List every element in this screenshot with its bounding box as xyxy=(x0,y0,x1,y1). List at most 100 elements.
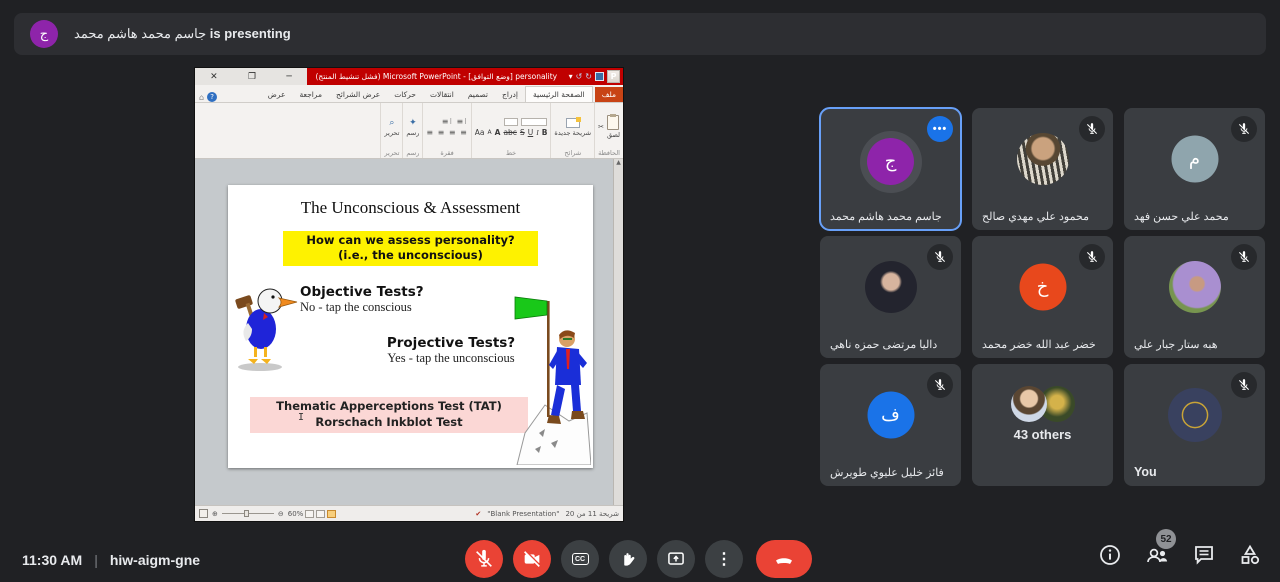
speaking-halo: ج xyxy=(860,131,922,193)
presenting-label: is presenting xyxy=(210,26,291,41)
slide-yellow-highlight: How can we assess personality? (i.e., th… xyxy=(283,231,538,266)
strikethrough-button[interactable]: S xyxy=(520,128,525,137)
mic-muted-icon xyxy=(1231,116,1257,142)
cut-icon[interactable]: ✂ xyxy=(598,123,604,131)
overflow-avatars xyxy=(1011,386,1075,422)
participant-tile[interactable]: محمود علي مهدي صالح xyxy=(972,108,1113,230)
avatar: ج xyxy=(867,138,914,185)
paste-icon xyxy=(607,115,619,130)
participant-tile[interactable]: ف فائز خليل عليوي طويرش xyxy=(820,364,961,486)
ppt-vertical-scrollbar[interactable]: ▲ xyxy=(613,159,623,505)
chat-button[interactable] xyxy=(1192,543,1216,572)
slide-sorter-view-button[interactable] xyxy=(316,510,325,518)
tab-animations[interactable]: حركات xyxy=(387,87,423,102)
font-size-box[interactable] xyxy=(504,118,518,126)
tab-review[interactable]: مراجعة xyxy=(292,87,329,102)
participant-tile-overflow[interactable]: 43 others xyxy=(972,364,1113,486)
normal-view-button[interactable] xyxy=(305,510,314,518)
shrink-font-button[interactable]: A xyxy=(488,129,492,136)
zoom-in-icon[interactable]: ⊕ xyxy=(212,510,218,518)
avatar: م xyxy=(1171,136,1218,183)
tab-transitions[interactable]: انتقالات xyxy=(423,87,461,102)
help-icon[interactable]: ? xyxy=(207,92,217,102)
clear-formatting-button[interactable]: abc xyxy=(503,128,516,137)
more-options-button[interactable]: ⋮ xyxy=(705,540,743,578)
drawing-icon: ✦ xyxy=(409,118,417,128)
participant-name: محمد علي حسن فهد xyxy=(1134,210,1229,223)
alignment-buttons[interactable]: ≡ ≡ ≡ ≡ xyxy=(426,128,467,137)
participant-count-badge: 52 xyxy=(1156,529,1176,549)
avatar xyxy=(1017,133,1069,185)
mic-muted-icon xyxy=(1231,372,1257,398)
scroll-up-icon[interactable]: ▲ xyxy=(616,159,621,166)
list-buttons[interactable]: ⁝≡ ⁝≡ xyxy=(442,117,468,126)
drawing-button[interactable]: ✦ رسم xyxy=(406,118,419,137)
mic-toggle-button[interactable] xyxy=(465,540,503,578)
present-button[interactable] xyxy=(657,540,695,578)
maximize-icon[interactable]: ❐ xyxy=(248,72,256,82)
chat-icon xyxy=(1192,543,1216,567)
undo-icon[interactable]: ↺ xyxy=(576,72,583,81)
leave-call-button[interactable] xyxy=(756,540,812,578)
reading-view-button[interactable] xyxy=(327,510,336,518)
show-everyone-button[interactable]: 52 xyxy=(1144,543,1170,572)
participant-tile[interactable]: داليا مرتضى حمزه ناهي xyxy=(820,236,961,358)
participant-tile-you[interactable]: You xyxy=(1124,364,1265,486)
find-icon: ⌕ xyxy=(389,118,394,128)
slide-counter: شريحة 11 من 20 xyxy=(565,510,619,518)
new-slide-button[interactable]: شريحة جديدة xyxy=(554,118,591,137)
meeting-meta: 11:30 AM | hiw-aigm-gne xyxy=(22,552,200,568)
ppt-workspace: ▲ The Unconscious & Assessment How can w… xyxy=(195,159,623,505)
avatar xyxy=(1168,388,1222,442)
text-cursor: I xyxy=(298,412,305,423)
tab-design[interactable]: تصميم xyxy=(461,87,495,102)
meeting-details-button[interactable] xyxy=(1098,543,1122,572)
activities-button[interactable] xyxy=(1238,543,1262,572)
fit-to-window-icon[interactable] xyxy=(199,509,208,518)
redo-icon[interactable]: ↻ xyxy=(585,72,592,81)
shared-screen-powerpoint: ✕ ❐ ─ personality [وضع التوافق] - Micros… xyxy=(195,68,623,521)
close-icon[interactable]: ✕ xyxy=(210,72,218,82)
others-count-label: 43 others xyxy=(972,427,1113,442)
change-case-button[interactable]: Aa xyxy=(475,128,485,137)
participant-tile[interactable]: م محمد علي حسن فهد xyxy=(1124,108,1265,230)
zoom-slider-thumb[interactable] xyxy=(244,510,249,517)
participant-tile-presenter[interactable]: ••• ج جاسم محمد هاشم محمد xyxy=(820,108,961,230)
grow-font-button[interactable]: A xyxy=(495,128,501,137)
mic-muted-icon xyxy=(1079,244,1105,270)
font-name-box[interactable] xyxy=(521,118,547,126)
paragraph-group-label: فقرة xyxy=(440,149,453,158)
tab-home[interactable]: الصفحة الرئيسية xyxy=(525,86,593,102)
bold-button[interactable]: B xyxy=(542,128,548,137)
zoom-slider[interactable] xyxy=(222,513,274,514)
activities-icon xyxy=(1238,543,1262,567)
home-icon[interactable]: ⌂ xyxy=(199,93,204,102)
tab-insert[interactable]: إدراج xyxy=(495,87,525,102)
avatar: خ xyxy=(1019,264,1066,311)
new-slide-icon xyxy=(566,118,580,128)
captions-button[interactable]: CC xyxy=(561,540,599,578)
zoom-out-icon[interactable]: ⊖ xyxy=(278,510,284,518)
participant-tile[interactable]: خ خضر عبد الله خضر محمد xyxy=(972,236,1113,358)
participant-grid: ••• ج جاسم محمد هاشم محمد محمود علي مهدي… xyxy=(820,108,1265,486)
tile-options-button[interactable]: ••• xyxy=(927,116,953,142)
paste-button[interactable]: لصق xyxy=(607,115,620,139)
tab-file[interactable]: ملف xyxy=(595,87,623,102)
spellcheck-icon[interactable]: ✔ xyxy=(475,510,481,518)
objective-tests-block: Objective Tests? No - tap the conscious xyxy=(300,284,424,315)
qat-dropdown-icon[interactable]: ▾ xyxy=(569,72,573,81)
underline-button[interactable]: U xyxy=(528,128,534,137)
camera-toggle-button[interactable] xyxy=(513,540,551,578)
participant-tile[interactable]: هبه ستار جبار علي xyxy=(1124,236,1265,358)
raise-hand-button[interactable] xyxy=(609,540,647,578)
avatar xyxy=(1011,386,1047,422)
meeting-code: hiw-aigm-gne xyxy=(110,552,200,568)
participant-name: جاسم محمد هاشم محمد xyxy=(830,210,942,223)
editing-button[interactable]: ⌕ تحرير xyxy=(384,118,399,137)
italic-button[interactable]: I xyxy=(536,128,539,137)
zoom-level[interactable]: 60% xyxy=(288,510,304,518)
tab-slideshow[interactable]: عرض الشرائح xyxy=(329,87,387,102)
minimize-icon[interactable]: ─ xyxy=(286,72,291,82)
tab-view[interactable]: عرض xyxy=(261,87,293,102)
save-icon[interactable] xyxy=(595,72,604,81)
